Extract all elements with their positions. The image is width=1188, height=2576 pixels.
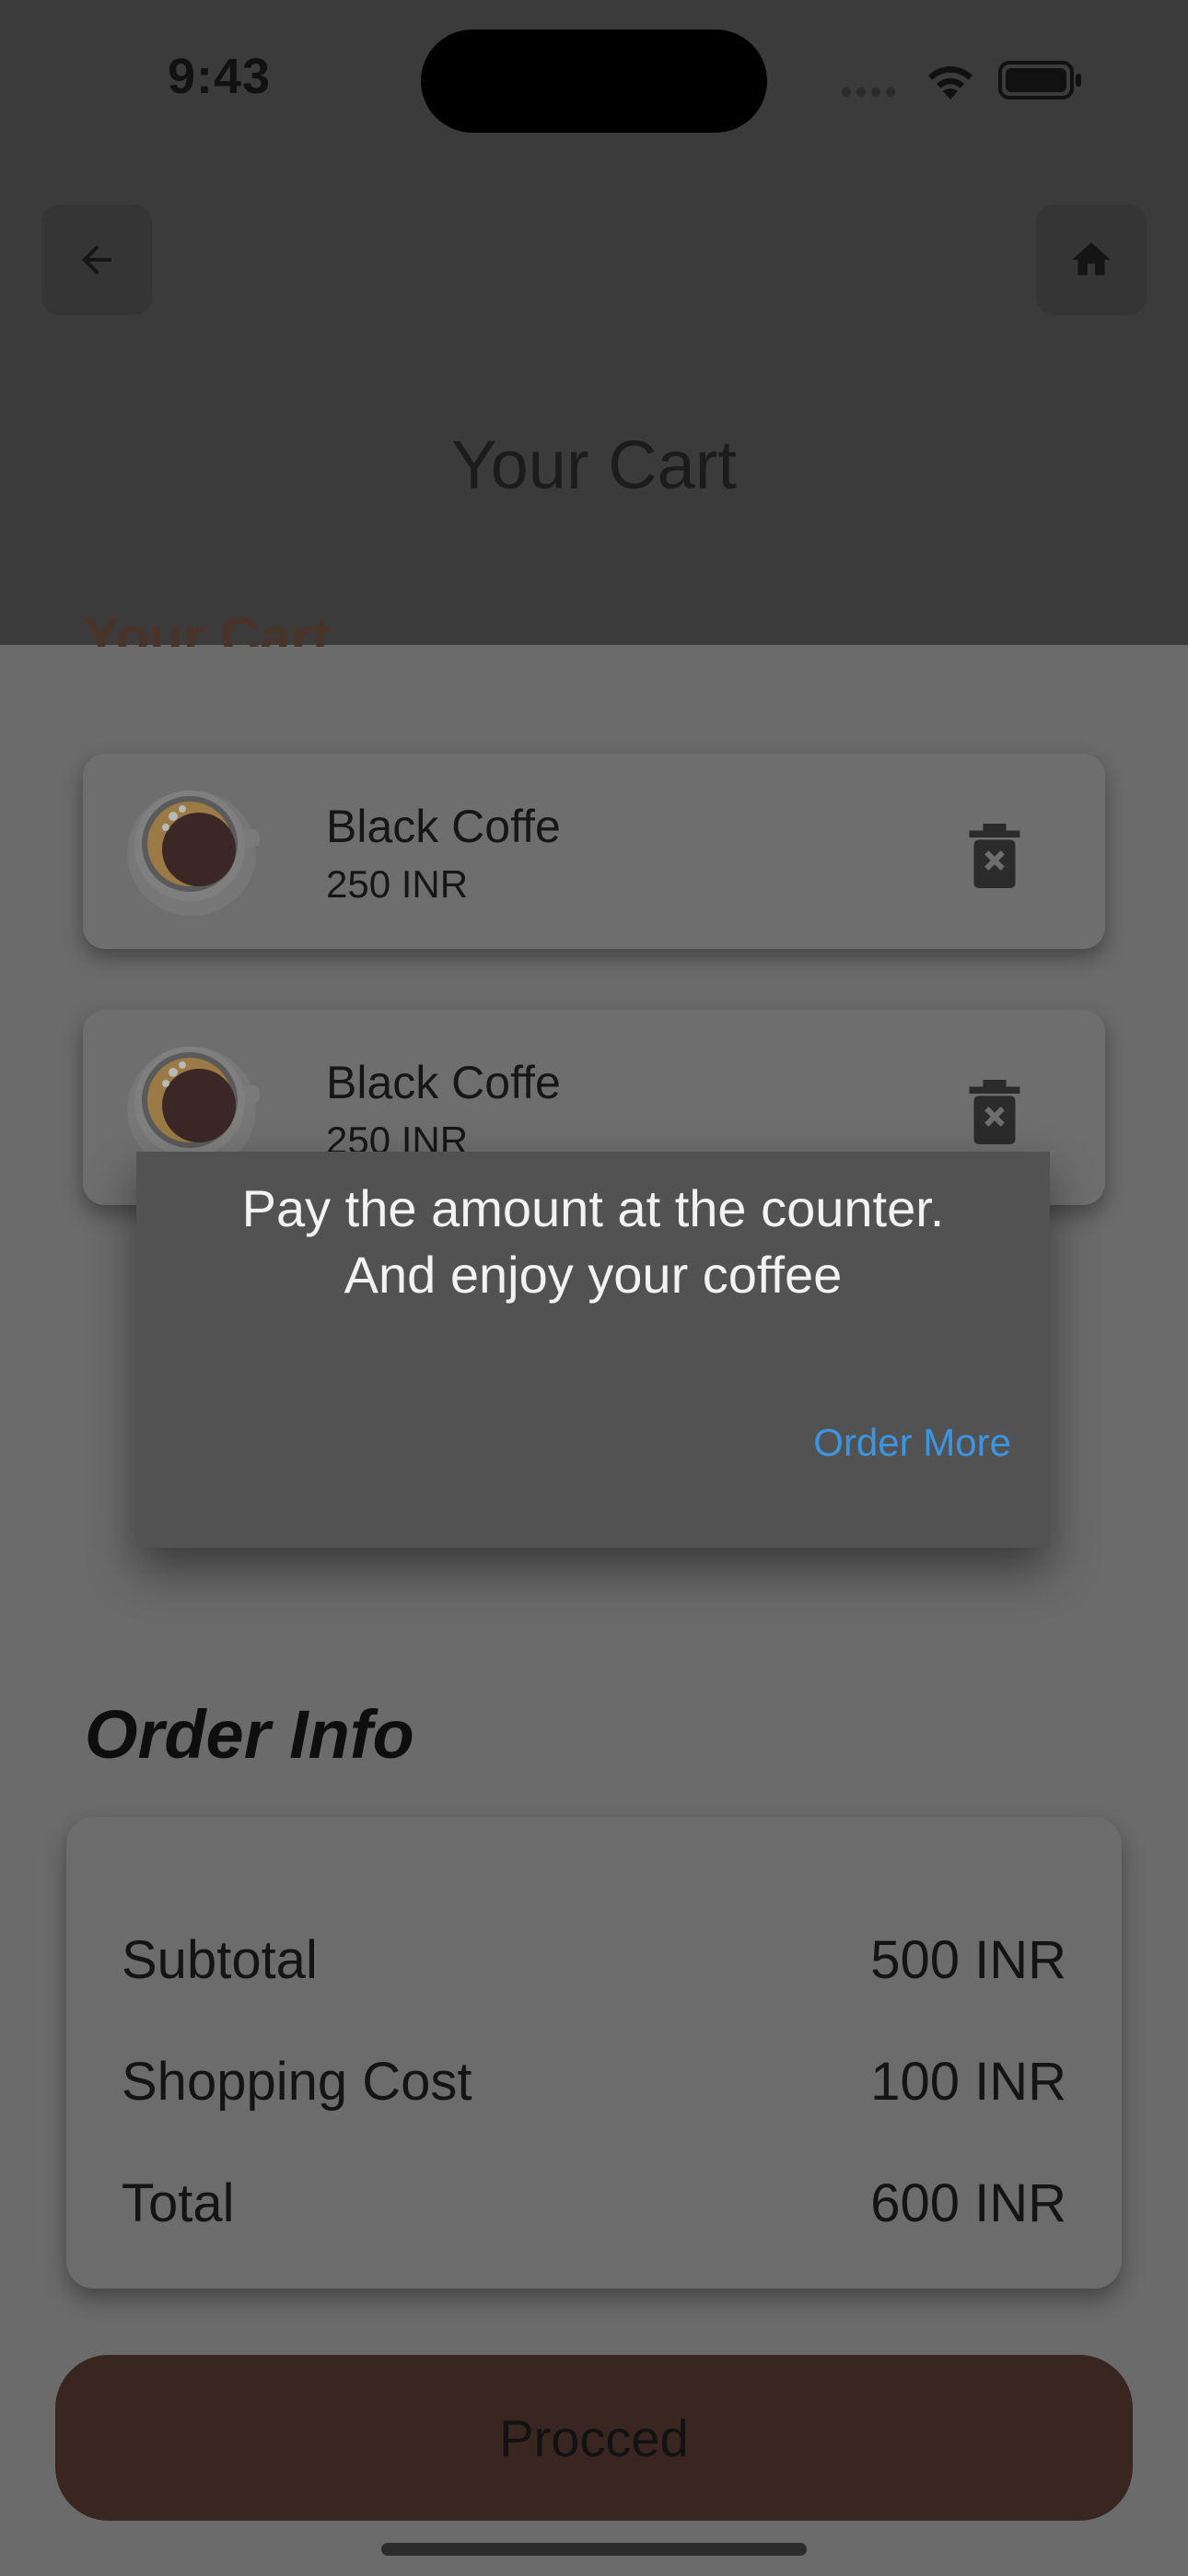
row-label: Total [122, 2173, 235, 2233]
dialog-message-line: Pay the amount at the counter. [241, 1179, 945, 1237]
order-info-title: Order Info [85, 1696, 414, 1773]
cellular-signal-icon [842, 85, 906, 97]
row-label: Shopping Cost [122, 2052, 472, 2112]
dialog-message-line: And enjoy your coffee [344, 1246, 843, 1304]
status-time: 9:43 [168, 49, 272, 104]
home-indicator [381, 2543, 807, 2556]
row-value: 600 INR [870, 2173, 1066, 2233]
home-icon [1072, 242, 1111, 275]
wifi-icon [928, 66, 973, 100]
back-button[interactable] [41, 205, 152, 315]
page-title: Your Cart [451, 427, 737, 503]
cart-item[interactable]: Black Coffe 250 INR [83, 754, 1105, 949]
status-bar: 9:43 [0, 0, 1188, 166]
home-button[interactable] [1036, 205, 1147, 315]
battery-icon [998, 61, 1081, 100]
row-value: 500 INR [870, 1930, 1066, 1990]
dialog-message: Pay the amount at the counter. And enjoy… [136, 1176, 1050, 1308]
item-name: Black Coffe [326, 801, 561, 852]
order-summary-card: Subtotal 500 INR Shopping Cost 100 INR T… [66, 1817, 1122, 2289]
proceed-button[interactable]: Procced [55, 2355, 1133, 2521]
coffee-cup-icon [127, 790, 260, 916]
cart-heading: Your Cart [83, 606, 331, 647]
row-label: Subtotal [122, 1930, 318, 1990]
delete-icon[interactable] [967, 824, 1022, 888]
row-value: 100 INR [870, 2052, 1066, 2112]
confirmation-dialog: Pay the amount at the counter. And enjoy… [136, 1152, 1050, 1548]
order-more-button[interactable]: Order More [813, 1421, 1011, 1465]
item-name: Black Coffe [326, 1057, 561, 1108]
arrow-left-icon [82, 245, 111, 275]
dynamic-island [421, 29, 767, 133]
delete-icon[interactable] [967, 1080, 1022, 1144]
item-price: 250 INR [326, 862, 469, 906]
